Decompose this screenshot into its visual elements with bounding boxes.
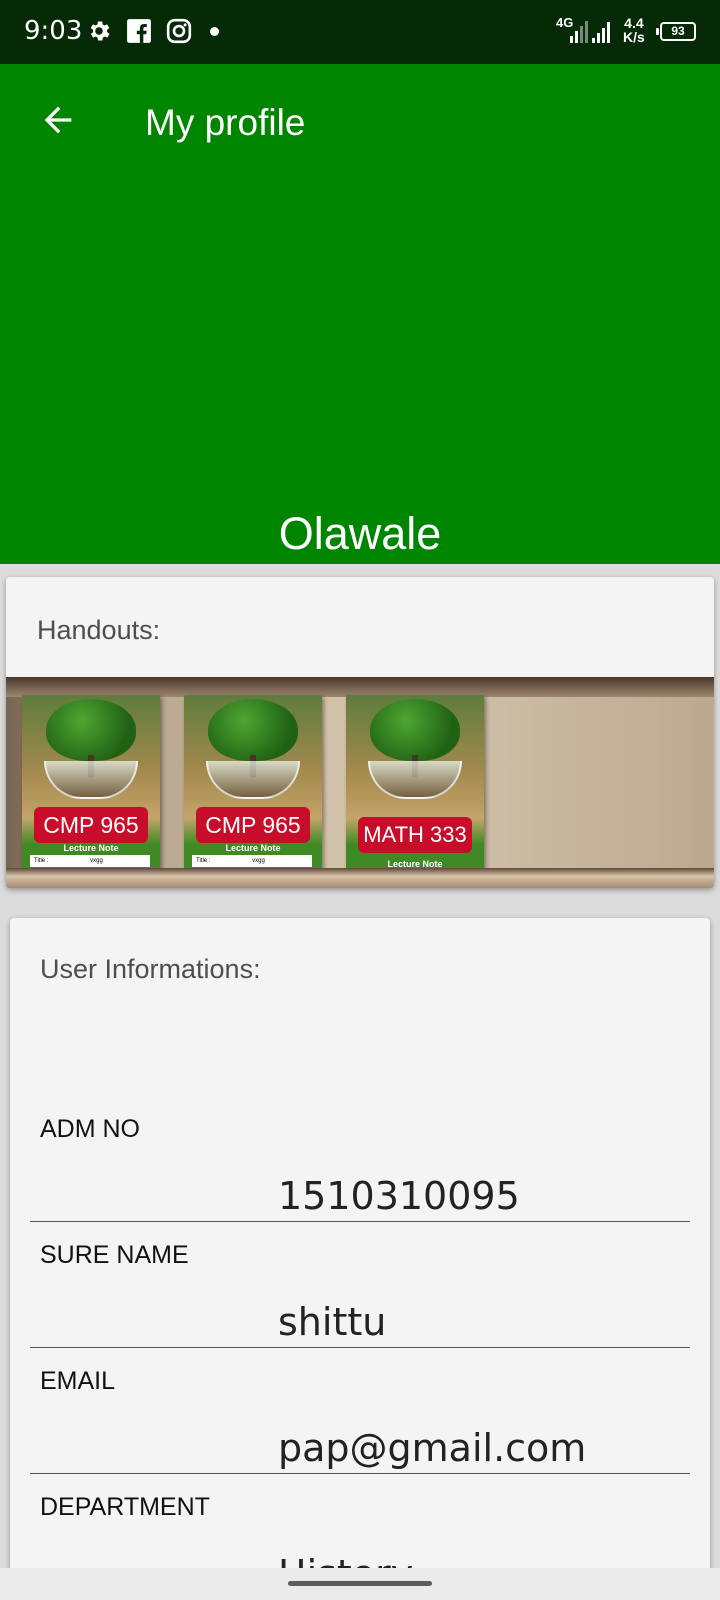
facebook-icon [126, 18, 152, 49]
signal-icon [592, 18, 616, 49]
network-speed: 4.4 K/s [623, 16, 645, 44]
arrow-left-icon [44, 106, 72, 134]
gear-icon [86, 18, 112, 49]
field-label-surname: SURE NAME [40, 1241, 189, 1269]
field-divider [30, 1473, 690, 1474]
field-value-surname: shittu [278, 1300, 387, 1344]
book-title-label: Title : [196, 858, 211, 864]
handouts-shelf: CMP 965 Lecture Note Title : vxgg CMP 96… [6, 677, 714, 888]
book-note: Lecture Note [63, 843, 119, 853]
user-info-card: User Informations: ADM NO 1510310095 SUR… [10, 918, 710, 1600]
home-gesture-handle[interactable] [288, 1581, 432, 1586]
status-time: 9:03 [24, 16, 83, 46]
field-value-adm-no: 1510310095 [278, 1174, 520, 1218]
book-title-bar: Title : vxgg [192, 855, 312, 867]
navigation-bar [0, 1568, 720, 1600]
glass-bowl [368, 761, 462, 799]
book-title-value: vxgg [252, 858, 265, 864]
back-button[interactable] [38, 100, 78, 140]
handouts-card: Handouts: CMP 965 Lecture Note Title : v… [6, 577, 714, 888]
shelf-ledge [6, 868, 714, 888]
field-divider [30, 1347, 690, 1348]
status-bar: 9:03 4G 4.4 K/s 93 [0, 0, 720, 64]
handouts-title: Handouts: [37, 615, 161, 645]
book-code: CMP 965 [196, 807, 310, 843]
user-info-title: User Informations: [40, 954, 261, 984]
instagram-icon [166, 18, 192, 49]
book-code: MATH 333 [358, 817, 472, 853]
field-label-adm-no: ADM NO [40, 1115, 140, 1143]
notification-dot-icon [210, 27, 219, 36]
field-label-department: DEPARTMENT [40, 1493, 210, 1521]
glass-bowl [44, 761, 138, 799]
book-title-bar: Title : vxgg [30, 855, 150, 867]
page-title: My profile [145, 102, 306, 143]
profile-username: Olawale [278, 508, 442, 559]
book-note: Lecture Note [225, 843, 281, 853]
tree-image [46, 699, 136, 761]
field-divider [30, 1221, 690, 1222]
field-value-email: pap@gmail.com [278, 1426, 587, 1470]
handout-book[interactable]: CMP 965 Lecture Note Title : vxgg [22, 695, 160, 871]
profile-header: My profile Olawale [0, 64, 720, 564]
tree-image [208, 699, 298, 761]
battery-icon: 93 [656, 22, 696, 41]
handout-book[interactable]: MATH 333 Lecture Note [346, 695, 484, 871]
tree-image [370, 699, 460, 761]
book-code: CMP 965 [34, 807, 148, 843]
signal-icon [570, 18, 590, 49]
speed-unit: K/s [623, 29, 645, 45]
handout-book[interactable]: CMP 965 Lecture Note Title : vxgg [184, 695, 322, 871]
book-title-value: vxgg [90, 858, 103, 864]
glass-bowl [206, 761, 300, 799]
field-label-email: EMAIL [40, 1367, 116, 1395]
book-title-label: Title : [34, 858, 49, 864]
shelf-top [6, 677, 714, 697]
